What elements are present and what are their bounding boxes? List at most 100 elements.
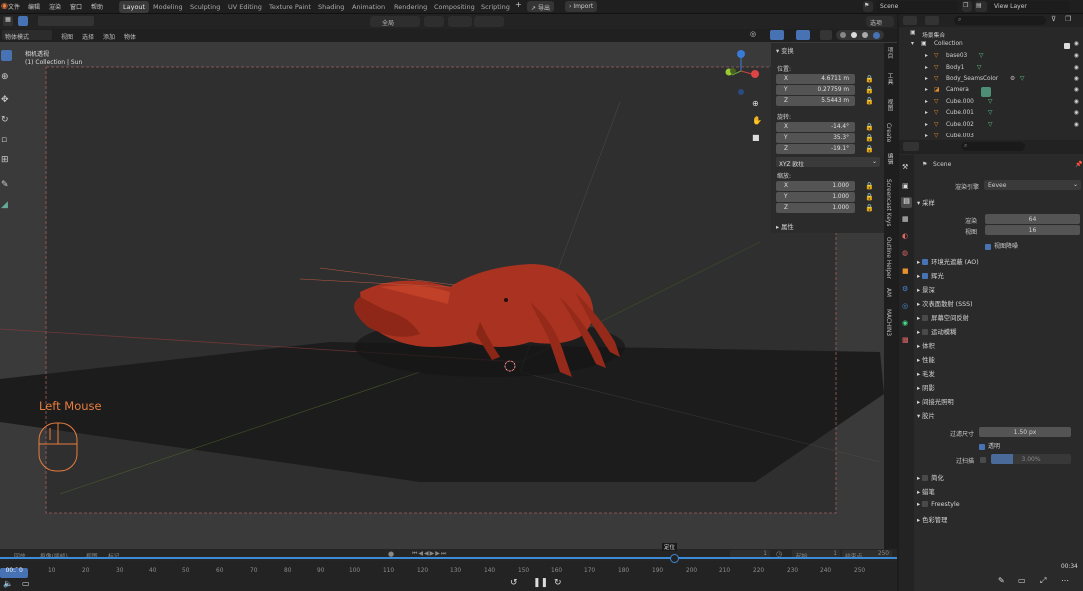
wireframe-shading-icon[interactable] xyxy=(840,32,846,38)
lock-icon[interactable]: 🔒 xyxy=(865,97,874,105)
lock-icon[interactable]: 🔒 xyxy=(865,134,874,142)
eye-icon[interactable]: ◉ xyxy=(1074,99,1079,105)
zoom-icon[interactable]: ⊕ xyxy=(752,99,759,108)
tab-uv-editing[interactable]: UV Editing xyxy=(224,1,266,13)
tab-edit[interactable]: 编辑 xyxy=(885,153,894,165)
select-tool-icon[interactable] xyxy=(1,50,12,61)
material-tab-icon[interactable]: ▩ xyxy=(902,336,911,345)
properties-panel-header[interactable]: ▸ 属性 xyxy=(776,222,794,231)
outliner-item[interactable]: ▸ ▽ Cube.001 ▽ ◉ xyxy=(899,110,1083,121)
section-dof[interactable]: ▸ 景深 xyxy=(917,285,935,294)
expand-icon[interactable]: ▸ xyxy=(925,99,928,105)
overlay-toggle-icon[interactable] xyxy=(796,30,810,40)
scene-tab-icon[interactable]: ◐ xyxy=(902,232,911,241)
video-progress-bar[interactable] xyxy=(0,557,897,559)
section-hair[interactable]: ▸ 毛发 xyxy=(917,369,935,378)
more-options-icon[interactable]: ⋯ xyxy=(1061,576,1069,585)
outliner-item[interactable]: ▸ ▽ Cube.003 xyxy=(899,133,1083,140)
eye-icon[interactable]: ◉ xyxy=(1074,53,1079,59)
outliner-item[interactable]: ▸ ▽ base03 ▽ ◉ xyxy=(899,53,1083,64)
outliner-item[interactable]: ▸ ◪ Camera ◉ xyxy=(899,87,1083,98)
section-film[interactable]: ▾ 胶片 xyxy=(917,411,935,420)
tab-view[interactable]: 视图 xyxy=(885,99,894,111)
expand-icon[interactable]: ▸ xyxy=(925,110,928,116)
tab-rendering[interactable]: Rendering xyxy=(390,1,431,13)
3d-viewport[interactable]: 相机透视 (1) Collection | Sun Left Mouse ⊕ ✥… xyxy=(0,42,897,549)
screen-icon[interactable]: ▭ xyxy=(1018,576,1026,585)
outliner-item[interactable]: ▸ ▽ Cube.000 ▽ ◉ xyxy=(899,99,1083,110)
add-workspace-button[interactable]: + xyxy=(515,0,522,9)
editor-type-icon[interactable] xyxy=(903,16,917,25)
scene-selector[interactable]: Scene xyxy=(876,1,958,12)
section-freestyle[interactable]: ▸ Freestyle xyxy=(917,501,960,508)
export-button[interactable]: ↗ 导出 xyxy=(527,1,554,12)
visibility-icon[interactable]: ◎ xyxy=(750,30,766,40)
rendered-shading-icon[interactable] xyxy=(873,32,880,39)
section-shadows[interactable]: ▸ 阴影 xyxy=(917,383,935,392)
rotation-x-field[interactable]: X -14.4° xyxy=(776,122,855,132)
overscan-checkbox[interactable] xyxy=(980,456,989,464)
section-indirect-lighting[interactable]: ▸ 间接光照明 xyxy=(917,397,954,406)
location-z-field[interactable]: Z 5.5443 m xyxy=(776,96,855,106)
menu-add[interactable]: 添加 xyxy=(103,32,115,41)
pin-icon[interactable]: 📌 xyxy=(1075,161,1082,168)
eye-icon[interactable]: ◉ xyxy=(1074,76,1079,82)
expand-icon[interactable]: ▸ xyxy=(925,133,928,139)
sampling-section-header[interactable]: ▾ 采样 xyxy=(917,198,935,207)
mode-dropdown[interactable]: 物体模式 xyxy=(2,30,52,41)
overscan-field[interactable]: 3.00% xyxy=(991,454,1071,464)
particles-tab-icon[interactable]: ◎ xyxy=(902,302,911,311)
menu-select[interactable]: 选择 xyxy=(82,32,94,41)
view-layer-tab-icon[interactable]: ▦ xyxy=(902,215,911,224)
transparent-checkbox[interactable]: 透明 xyxy=(979,441,1000,450)
checkbox-icon[interactable] xyxy=(922,329,929,335)
eye-icon[interactable]: ◉ xyxy=(1074,65,1079,71)
move-tool-icon[interactable]: ✥ xyxy=(1,95,12,106)
eye-icon[interactable]: ◉ xyxy=(1074,110,1079,116)
scene-copy-icon[interactable]: ❐ xyxy=(962,1,972,12)
section-ao[interactable]: ▸ 环境光遮蔽 (AO) xyxy=(917,257,979,266)
cursor-tool-icon[interactable]: ⊕ xyxy=(1,72,12,83)
checkbox-icon[interactable] xyxy=(922,475,929,481)
tab-screencast-keys[interactable]: Screencast Keys xyxy=(885,179,891,226)
editor-type-icon[interactable]: ▦ xyxy=(3,16,13,26)
playhead[interactable]: 0 xyxy=(16,568,26,577)
expand-icon[interactable]: ▸ xyxy=(925,122,928,128)
filter-icon[interactable]: ⊽ xyxy=(1051,15,1056,23)
menu-render[interactable]: 渲染 xyxy=(49,2,61,11)
tab-compositing[interactable]: Compositing xyxy=(430,1,479,13)
tab-machin3[interactable]: MACHIN3 xyxy=(885,309,891,336)
select-mode-buttons[interactable] xyxy=(38,16,94,26)
options-dropdown[interactable]: 选项 xyxy=(866,16,894,27)
tab-texture-paint[interactable]: Texture Paint xyxy=(265,1,315,13)
outliner-item[interactable]: ▸ ▽ Cube.002 ▽ ◉ xyxy=(899,122,1083,133)
tab-layout[interactable]: Layout xyxy=(119,1,150,13)
menu-edit[interactable]: 编辑 xyxy=(28,2,40,11)
checkbox-icon[interactable] xyxy=(922,273,929,279)
tab-modeling[interactable]: Modeling xyxy=(149,1,187,13)
tab-tool[interactable]: 工具 xyxy=(885,73,894,85)
expand-icon[interactable]: ▸ xyxy=(925,53,928,59)
transform-tool-icon[interactable]: ⊞ xyxy=(1,155,12,166)
location-y-field[interactable]: Y 0.27759 m xyxy=(776,85,855,95)
section-sss[interactable]: ▸ 次表面散射 (SSS) xyxy=(917,299,973,308)
checkbox-icon[interactable] xyxy=(922,259,929,265)
pause-icon[interactable]: ❚❚ xyxy=(533,578,548,588)
checkbox-icon[interactable] xyxy=(922,315,929,321)
tab-outline-helper[interactable]: Outline Helper xyxy=(885,237,891,279)
tab-animation[interactable]: Animation xyxy=(348,1,389,13)
outliner-item[interactable]: ▸ ▽ Body_SeamsColor ⚙ ▽ ◉ xyxy=(899,76,1083,87)
tab-shading[interactable]: Shading xyxy=(314,1,348,13)
render-tab-icon[interactable]: ▣ xyxy=(902,182,911,191)
pan-hand-icon[interactable]: ✋ xyxy=(752,116,762,125)
volume-icon[interactable]: 🔈 xyxy=(3,579,13,588)
menu-view[interactable]: 视图 xyxy=(61,32,73,41)
section-color-management[interactable]: ▸ 色彩管理 xyxy=(917,515,947,524)
checkbox-icon[interactable] xyxy=(922,501,929,507)
blender-logo-icon[interactable]: ◉ xyxy=(1,1,8,11)
gizmo-toggle-icon[interactable] xyxy=(770,30,784,40)
section-motion-blur[interactable]: ▸ 运动模糊 xyxy=(917,327,956,336)
scale-y-field[interactable]: Y 1.000 xyxy=(776,192,855,202)
menu-window[interactable]: 窗口 xyxy=(70,2,82,11)
search-input[interactable]: ⌕ xyxy=(961,142,1025,151)
